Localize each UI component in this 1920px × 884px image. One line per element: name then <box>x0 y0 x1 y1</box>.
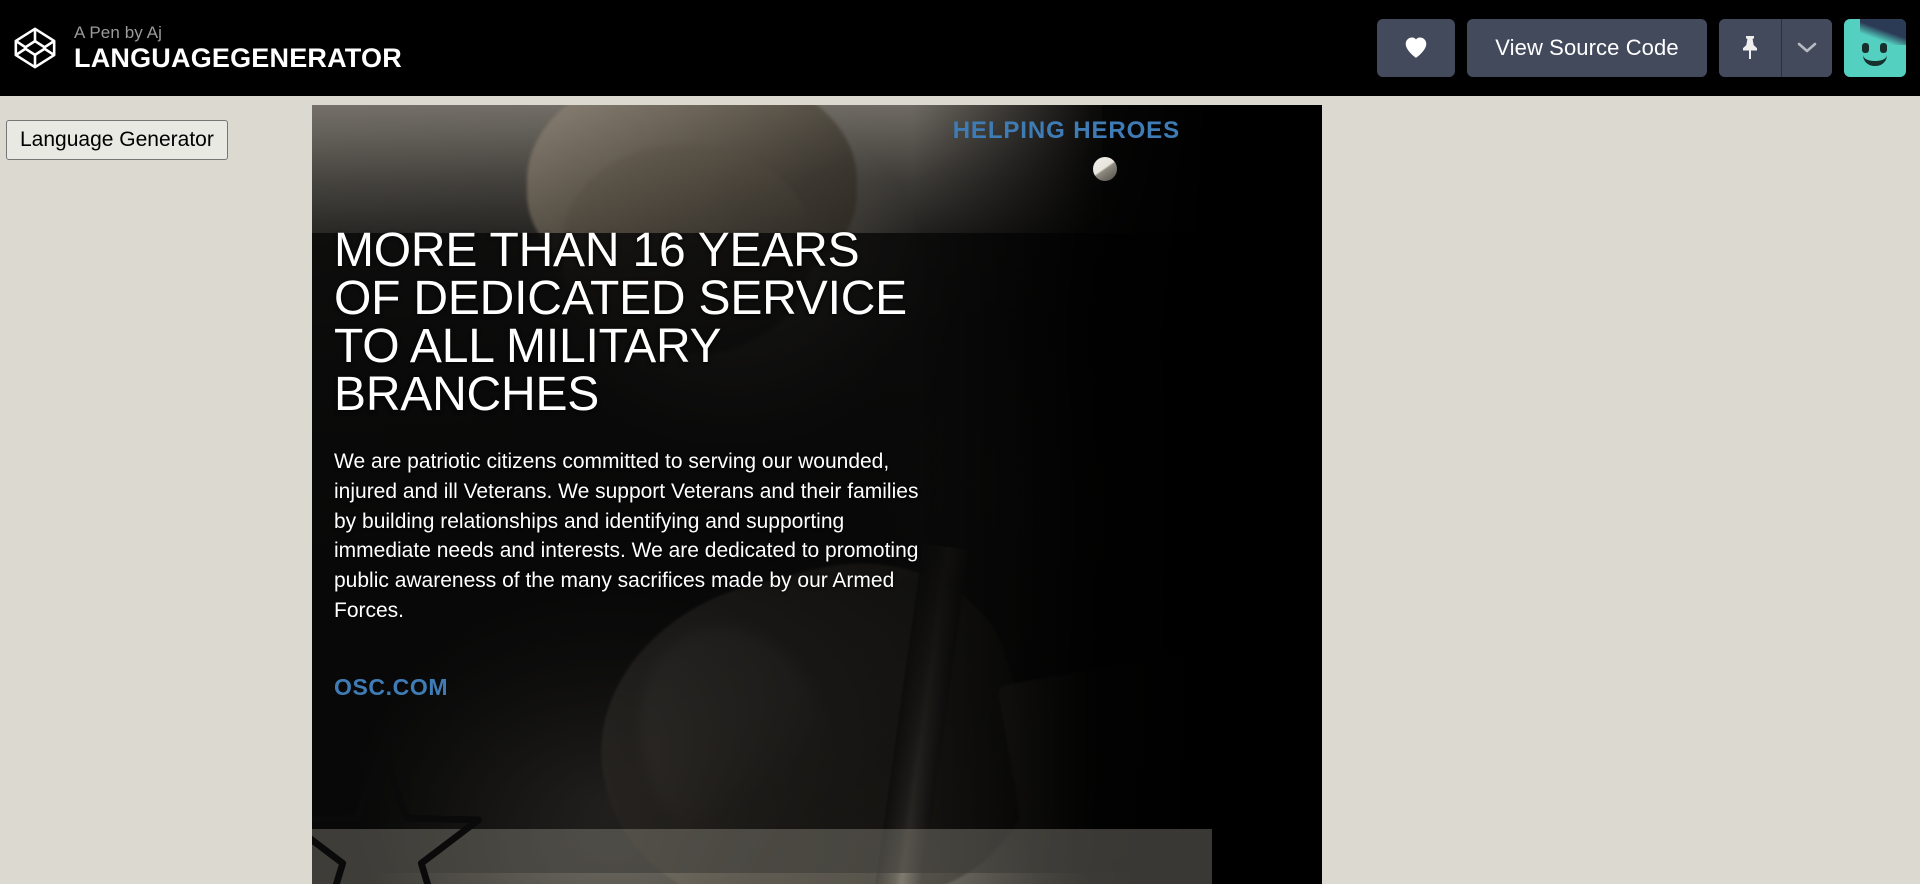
view-source-code-button[interactable]: View Source Code <box>1467 19 1707 77</box>
codepen-top-bar: A Pen by Aj LANGUAGEGENERATOR View Sourc… <box>0 0 1920 96</box>
pen-byline: A Pen by Aj <box>74 22 163 42</box>
hero-body-text: We are patriotic citizens committed to s… <box>334 450 919 623</box>
card-eyebrow-helping-heroes: HELPING HEROES <box>952 117 1180 144</box>
chevron-down-icon <box>1796 40 1818 57</box>
hero-card-content: MORE THAN 16 YEARS OF DEDICATED SERVICE … <box>334 227 934 701</box>
pin-button[interactable] <box>1719 19 1781 77</box>
photo-right-fade <box>912 105 1212 884</box>
user-avatar[interactable] <box>1844 19 1906 77</box>
star-outline-icon <box>312 744 487 884</box>
pen-preview-area: Language Generator HELPING HEROES MORE T… <box>0 96 1920 884</box>
hero-headline: MORE THAN 16 YEARS OF DEDICATED SERVICE … <box>334 224 907 421</box>
hero-card: HELPING HEROES MORE THAN 16 YEARS OF DED… <box>312 105 1322 884</box>
avatar-smile <box>1863 55 1887 66</box>
pen-actions: View Source Code <box>1377 19 1920 77</box>
pen-brand: A Pen by Aj LANGUAGEGENERATOR <box>0 24 402 72</box>
avatar-corner-decoration <box>1860 19 1906 45</box>
pen-title: LANGUAGEGENERATOR <box>74 42 402 73</box>
language-generator-button[interactable]: Language Generator <box>6 120 228 161</box>
circular-seal-icon <box>1093 157 1117 181</box>
love-button[interactable] <box>1377 19 1455 77</box>
pin-dropdown-button[interactable] <box>1782 19 1832 77</box>
codepen-logo-icon[interactable] <box>12 25 58 71</box>
heart-icon <box>1403 35 1429 62</box>
hero-site-link[interactable]: OSC.COM <box>334 674 448 701</box>
avatar-eye-right <box>1880 43 1887 53</box>
pen-titles: A Pen by Aj LANGUAGEGENERATOR <box>74 22 402 73</box>
card-right-black-strip <box>1212 105 1322 884</box>
pin-icon <box>1739 34 1761 63</box>
pin-button-group <box>1719 19 1832 77</box>
avatar-eye-left <box>1862 43 1869 53</box>
